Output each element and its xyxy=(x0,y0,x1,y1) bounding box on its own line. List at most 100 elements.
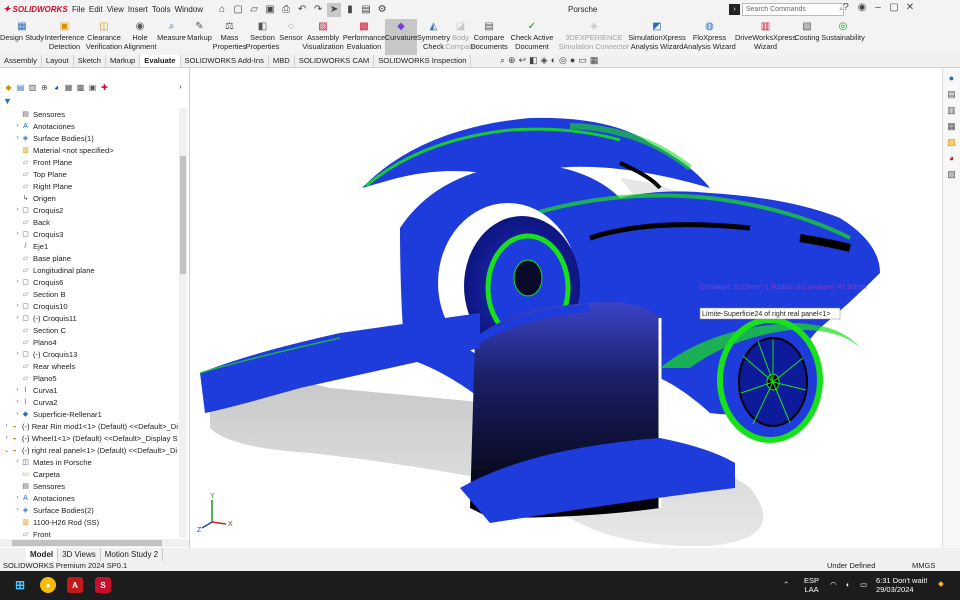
tray-overflow-icon[interactable]: ⌃ xyxy=(783,580,789,589)
tree-item[interactable]: › ▢ Croquis6 xyxy=(0,276,179,288)
ribbon-button[interactable]: ◍ FloXpress Analysis Wizard xyxy=(683,19,736,55)
tree-item[interactable]: › ▢ Croquis3 xyxy=(0,228,179,240)
ribbon-button[interactable]: ▧ Costing xyxy=(794,19,819,55)
tree-item[interactable]: ▱ Right Plane xyxy=(0,180,179,192)
view-palette-icon[interactable]: ▦ xyxy=(946,121,957,132)
ribbon-button[interactable]: ⚖ Mass Properties xyxy=(213,19,247,55)
expand-panel-icon[interactable]: › xyxy=(179,82,182,91)
expand-toggle-icon[interactable]: › xyxy=(14,387,21,393)
tab-assembly[interactable]: Assembly xyxy=(0,55,42,67)
solidworks-resources-icon[interactable]: › xyxy=(729,4,740,15)
expand-toggle-icon[interactable]: › xyxy=(14,507,21,513)
redo-icon[interactable]: ↷ xyxy=(311,3,325,17)
tree-item[interactable]: › ◈ Surface Bodies(2) xyxy=(0,504,179,516)
tree-item[interactable]: ▭ Carpeta xyxy=(0,468,179,480)
tree-item[interactable]: › ◫ Mates in Porsche xyxy=(0,456,179,468)
acrobat-icon[interactable]: A xyxy=(67,577,83,593)
tree-item[interactable]: ▱ Top Plane xyxy=(0,168,179,180)
tab-layout[interactable]: Layout xyxy=(42,55,74,67)
reference-triad[interactable]: Y X Z xyxy=(197,493,233,534)
inspection-tab-icon[interactable]: ▣ xyxy=(88,83,97,92)
design-library-icon[interactable]: ▤ xyxy=(946,89,957,100)
tree-item[interactable]: › A Anotaciones xyxy=(0,120,179,132)
tree-item[interactable]: › ◆ Superficie-Rellenar1 xyxy=(0,408,179,420)
expand-toggle-icon[interactable]: › xyxy=(14,279,21,285)
ribbon-button[interactable]: ◪ Body Compare xyxy=(445,19,475,55)
tree-item[interactable]: › ⌇ Curva1 xyxy=(0,384,179,396)
tree-item[interactable]: › A Anotaciones xyxy=(0,492,179,504)
display-style-icon[interactable]: ◐ xyxy=(551,55,556,66)
ribbon-button[interactable]: ◆ Curvature xyxy=(385,19,417,55)
tree-item[interactable]: › ▢ Croquis10 xyxy=(0,300,179,312)
expand-toggle-icon[interactable]: › xyxy=(14,123,21,129)
ribbon-button[interactable]: ✓ Check Active Document xyxy=(507,19,557,55)
file-explorer-icon[interactable]: ▥ xyxy=(946,105,957,116)
tree-item[interactable]: ↳ Origen xyxy=(0,192,179,204)
appearances-tab-icon[interactable]: ✚ xyxy=(100,83,109,92)
configuration-tab-icon[interactable]: ▥ xyxy=(28,83,37,92)
select-icon[interactable]: ➤ xyxy=(327,2,342,17)
tree-item[interactable]: ▤ Sensores xyxy=(0,108,179,120)
options-icon[interactable]: ⚙ xyxy=(375,3,389,17)
print-icon[interactable]: ⎙ xyxy=(279,3,293,17)
expand-toggle-icon[interactable]: › xyxy=(14,459,21,465)
wifi-icon[interactable]: ◠ xyxy=(830,580,837,589)
menu-view[interactable]: View xyxy=(105,5,126,14)
graphics-area[interactable]: Curvature: 0.02mm^-1 Radius of Curvature… xyxy=(190,68,942,548)
tab-mbd[interactable]: MBD xyxy=(269,55,295,67)
open-icon[interactable]: ▱ xyxy=(247,3,261,17)
expand-toggle-icon[interactable]: ⌄ xyxy=(3,447,10,454)
tree-item[interactable]: ▱ Section B xyxy=(0,288,179,300)
expand-toggle-icon[interactable]: › xyxy=(14,303,21,309)
expand-toggle-icon[interactable]: › xyxy=(14,135,21,141)
ribbon-button[interactable]: ▣ Interference Detection xyxy=(44,19,85,55)
tree-horizontal-scrollbar[interactable] xyxy=(0,539,189,547)
tree-item[interactable]: ⌄ ◒ (-) right real panel<1> (Default) <<De… xyxy=(0,444,179,456)
expand-toggle-icon[interactable]: › xyxy=(14,399,21,405)
ribbon-button[interactable]: ◧ Section Properties xyxy=(246,19,280,55)
car-model[interactable]: Curvature: 0.02mm^-1 Radius of Curvature… xyxy=(190,68,942,548)
bottom-tab-model[interactable]: Model xyxy=(26,548,59,561)
menu-file[interactable]: File xyxy=(70,5,87,14)
ribbon-button[interactable]: ◉ Hole Alignment xyxy=(123,19,157,55)
tree-item[interactable]: › ◒ (-) Rear Rin mod1<1> (Default) <<Defau… xyxy=(0,420,179,432)
menu-edit[interactable]: Edit xyxy=(87,5,105,14)
ribbon-button[interactable]: ◈ 3DEXPERIENCE Simulation Connector xyxy=(557,19,631,55)
tree-item[interactable]: ▱ Back xyxy=(0,216,179,228)
section-view-icon[interactable]: ◧ xyxy=(529,55,538,66)
display-manager-tab-icon[interactable]: ◕ xyxy=(52,83,61,92)
tree-item[interactable]: ▱ Front Plane xyxy=(0,156,179,168)
cam-tab-icon[interactable]: ▦ xyxy=(64,83,73,92)
help-icon[interactable]: ? xyxy=(840,2,852,13)
tree-item[interactable]: ▱ Section C xyxy=(0,324,179,336)
close-icon[interactable]: ✕ xyxy=(904,2,916,13)
bottom-tab-motion-study-2[interactable]: Motion Study 2 xyxy=(101,548,164,561)
ribbon-button[interactable]: ◌ Sensor xyxy=(279,19,303,55)
tree-item[interactable]: ▥ Material <not specified> xyxy=(0,144,179,156)
appearance-icon[interactable]: ● xyxy=(570,55,575,66)
tree-item[interactable]: ▱ Longitudinal plane xyxy=(0,264,179,276)
scene-icon[interactable]: ▭ xyxy=(578,55,587,66)
expand-toggle-icon[interactable]: › xyxy=(14,351,21,357)
ribbon-button[interactable]: ◫ Clearance Verification xyxy=(85,19,123,55)
tree-item[interactable]: ▱ Front xyxy=(0,528,179,539)
expand-toggle-icon[interactable]: › xyxy=(14,231,21,237)
battery-icon[interactable]: ▭ xyxy=(860,580,867,589)
hide-show-icon[interactable]: ◎ xyxy=(559,55,567,66)
home-icon[interactable]: ⌂ xyxy=(215,3,229,17)
minimize-icon[interactable]: – xyxy=(872,2,884,13)
language-indicator[interactable]: ESP LAA xyxy=(804,576,819,594)
expand-toggle-icon[interactable]: › xyxy=(14,315,21,321)
new-document-icon[interactable]: ▢ xyxy=(231,3,245,17)
tab-markup[interactable]: Markup xyxy=(106,55,141,67)
menu-window[interactable]: Window xyxy=(173,5,205,14)
tree-item[interactable]: / Eje1 xyxy=(0,240,179,252)
previous-view-icon[interactable]: ↩ xyxy=(519,55,527,66)
tab-solidworks-add-ins[interactable]: SOLIDWORKS Add-Ins xyxy=(181,55,269,67)
ribbon-button[interactable]: ▦ Design Study xyxy=(0,19,44,55)
zoom-to-fit-icon[interactable]: ⌕ xyxy=(500,55,505,66)
tree-item[interactable]: ▱ Plano4 xyxy=(0,336,179,348)
propertymanager-tab-icon[interactable]: ▤ xyxy=(16,83,25,92)
tree-item[interactable]: ▤ Sensores xyxy=(0,480,179,492)
clock[interactable]: 6:31 Don't wait! 29/03/2024 xyxy=(876,576,927,594)
